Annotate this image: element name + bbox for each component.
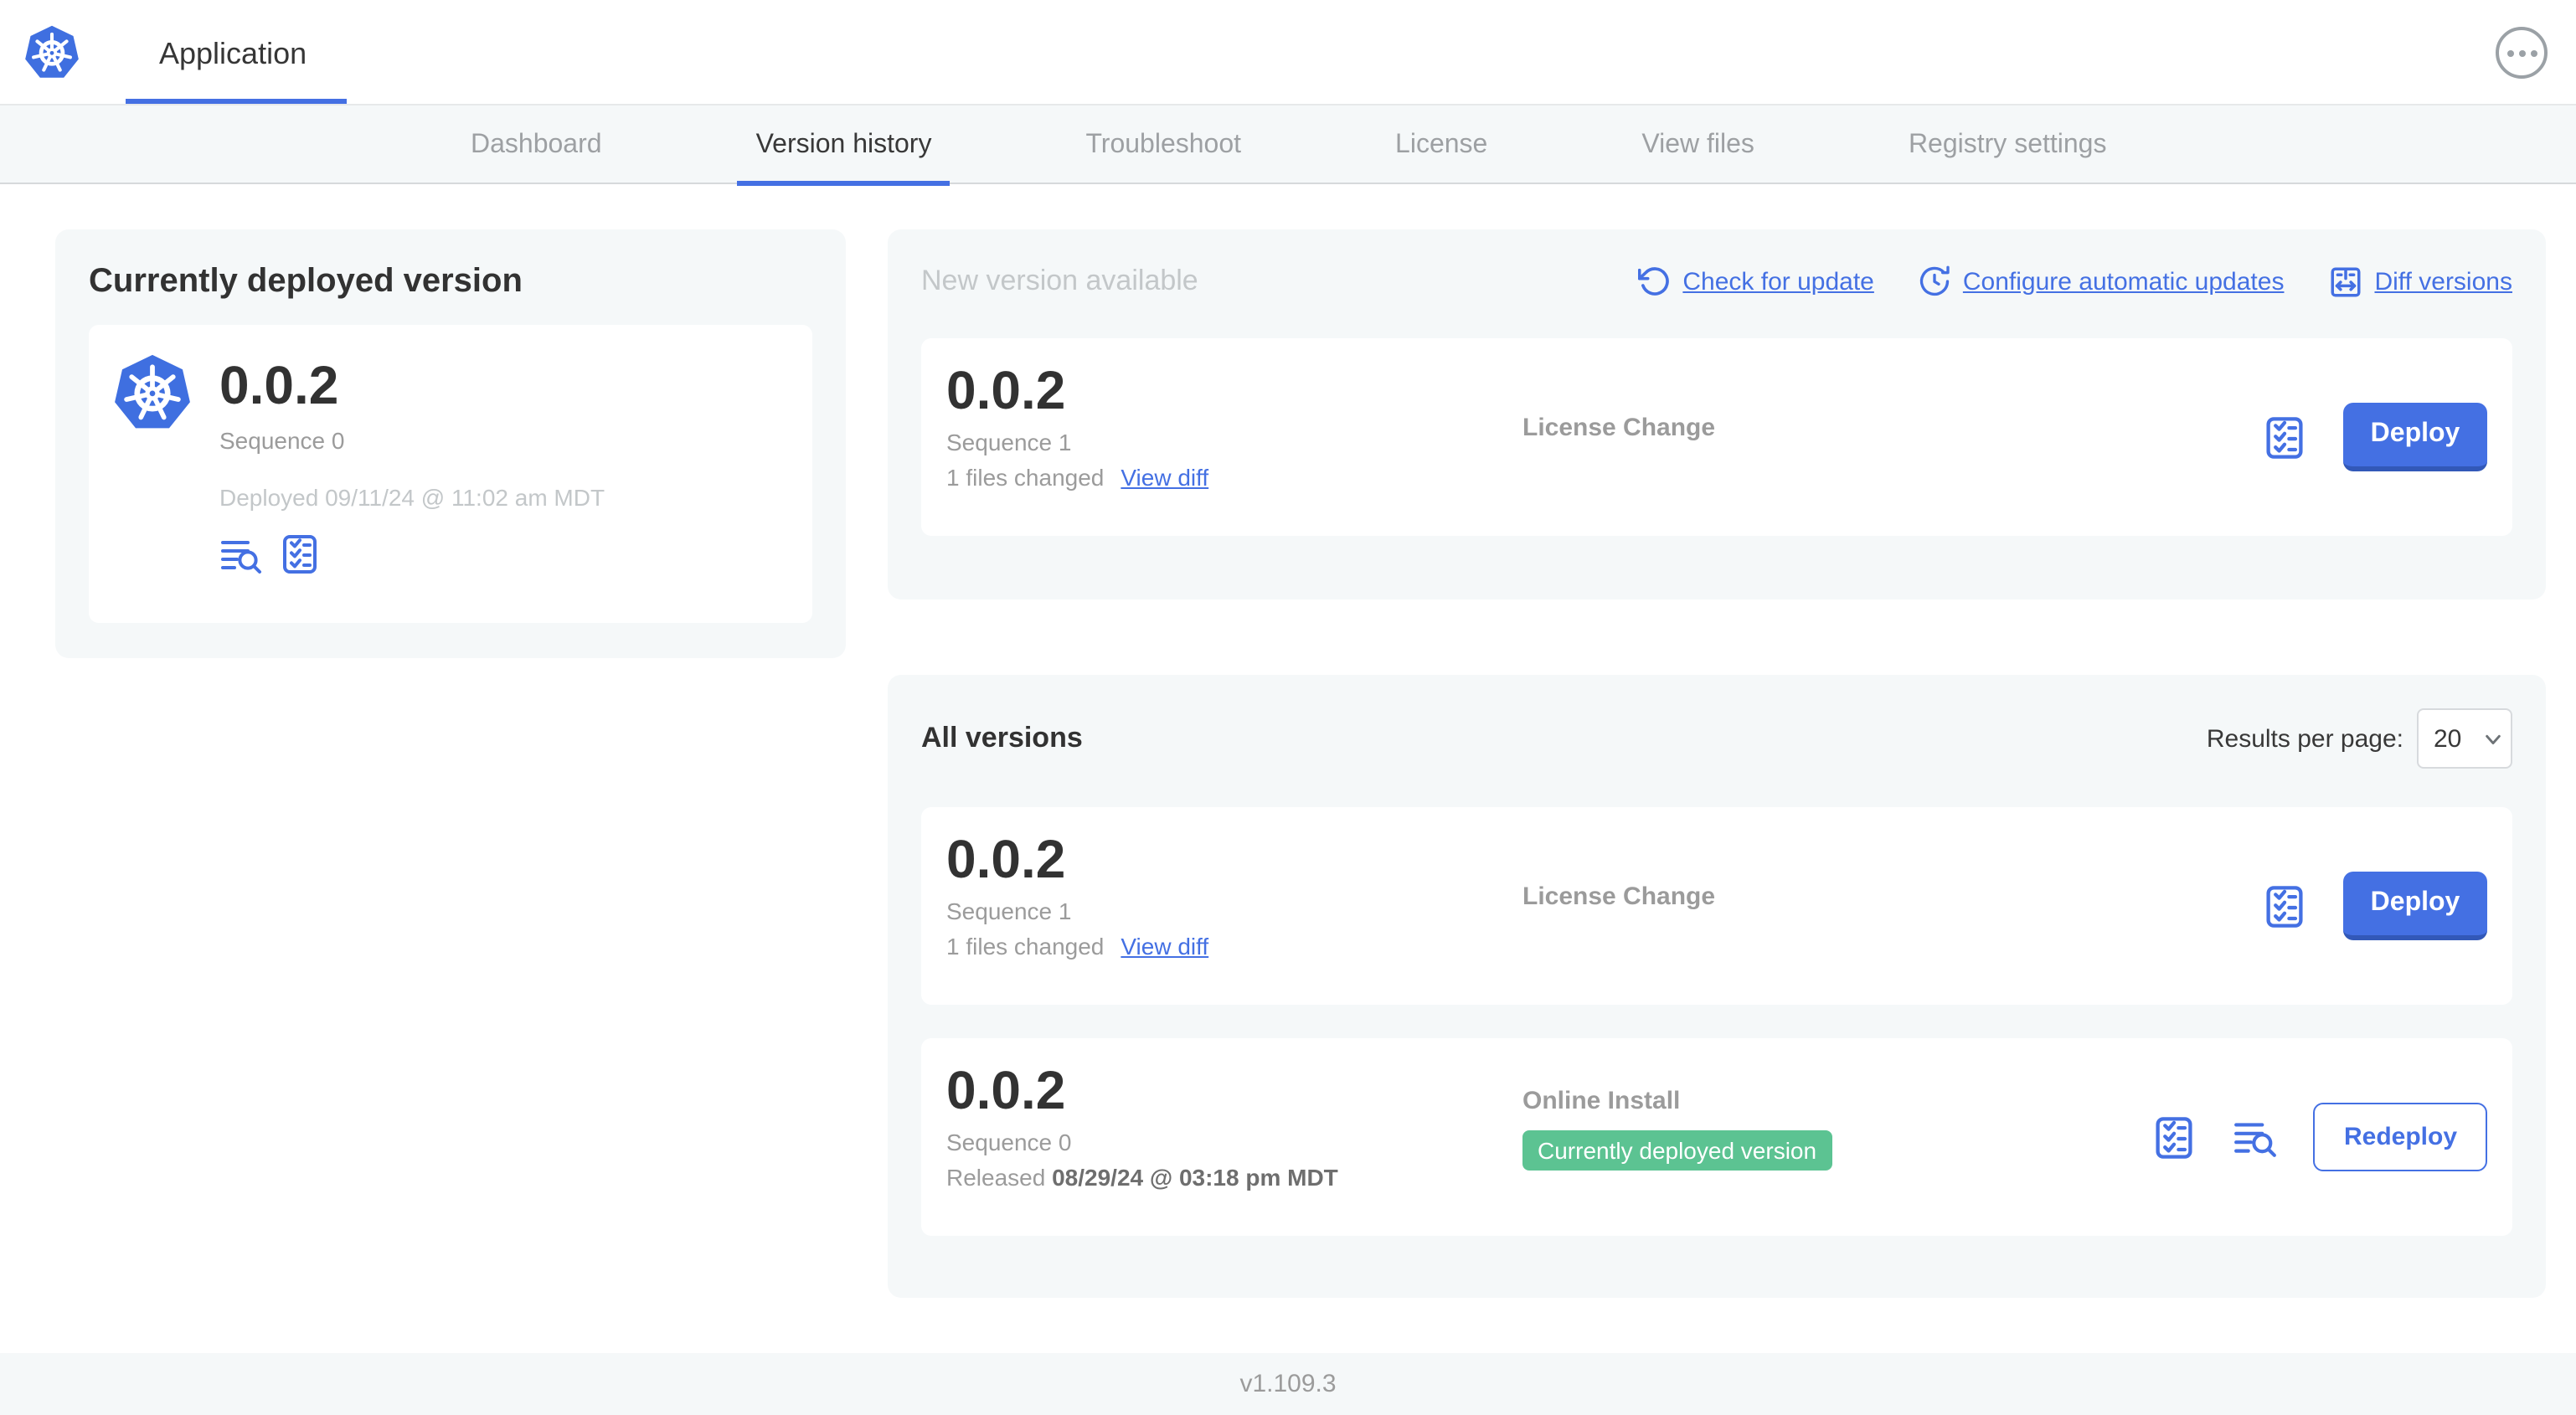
kubernetes-logo-icon	[112, 348, 193, 599]
app-header: Application	[0, 0, 2576, 105]
check-for-update-link[interactable]: Check for update	[1637, 265, 1874, 298]
deploy-button[interactable]: Deploy	[2343, 403, 2487, 471]
deployed-sequence: Sequence 0	[219, 427, 345, 454]
refresh-icon	[1637, 265, 1671, 298]
tab-registry-settings[interactable]: Registry settings	[1890, 105, 2125, 184]
logs-icon[interactable]	[219, 533, 263, 576]
version-source: License Change	[1522, 414, 1716, 442]
kubernetes-logo-icon	[23, 22, 80, 82]
all-versions-heading: All versions	[921, 722, 1083, 754]
diff-icon	[2327, 264, 2362, 299]
files-changed: 1 files changed	[946, 933, 1105, 960]
currently-deployed-heading: Currently deployed version	[89, 263, 523, 300]
view-diff-link[interactable]: View diff	[1121, 933, 1208, 960]
tab-dashboard[interactable]: Dashboard	[452, 105, 621, 184]
view-diff-link[interactable]: View diff	[1121, 464, 1208, 491]
nav-tab-bar: Dashboard Version history Troubleshoot L…	[0, 105, 2576, 186]
version-source: License Change	[1522, 882, 1716, 911]
version-number: 0.0.2	[946, 829, 1066, 889]
results-per-page-label: Results per page:	[2206, 724, 2403, 753]
version-number: 0.0.2	[946, 360, 1066, 420]
tab-license[interactable]: License	[1377, 105, 1506, 184]
console-version: v1.109.3	[1239, 1370, 1337, 1398]
currently-deployed-card: 0.0.2 Sequence 0 Deployed 09/11/24 @ 11:…	[89, 325, 812, 623]
tab-view-files[interactable]: View files	[1623, 105, 1773, 184]
version-row: 0.0.2 Sequence 1 1 files changed View di…	[921, 807, 2512, 1005]
logs-icon[interactable]	[2233, 1114, 2279, 1160]
configure-automatic-updates-link[interactable]: Configure automatic updates	[1918, 265, 2284, 298]
deployed-version-number: 0.0.2	[219, 355, 339, 415]
tab-version-history[interactable]: Version history	[737, 105, 951, 186]
deploy-button[interactable]: Deploy	[2343, 872, 2487, 940]
diff-versions-link[interactable]: Diff versions	[2327, 264, 2512, 299]
released-date: 08/29/24 @ 03:18 pm MDT	[1052, 1164, 1338, 1191]
version-sequence: Sequence 1	[946, 429, 1072, 455]
checklist-icon[interactable]	[278, 533, 322, 576]
redeploy-button[interactable]: Redeploy	[2313, 1103, 2487, 1171]
released-prefix: Released	[946, 1164, 1046, 1191]
currently-deployed-badge: Currently deployed version	[1522, 1130, 1832, 1171]
checklist-icon[interactable]	[2151, 1114, 2198, 1160]
app-tab-label[interactable]: Application	[159, 37, 307, 72]
new-version-card: 0.0.2 Sequence 1 1 files changed View di…	[921, 338, 2512, 536]
screen: Application Dashboard Version history Tr…	[0, 0, 2576, 1415]
tab-troubleshoot[interactable]: Troubleshoot	[1067, 105, 1260, 184]
files-changed: 1 files changed	[946, 464, 1105, 491]
all-versions-panel: All versions Results per page: 20 0.0.2 …	[888, 675, 2546, 1298]
checklist-icon[interactable]	[2261, 414, 2308, 461]
version-sequence: Sequence 0	[946, 1129, 1072, 1155]
version-source: Online Install	[1522, 1087, 1681, 1115]
version-row: 0.0.2 Sequence 0 Released 08/29/24 @ 03:…	[921, 1038, 2512, 1236]
version-sequence: Sequence 1	[946, 898, 1072, 924]
clock-refresh-icon	[1918, 265, 1951, 298]
results-per-page-select[interactable]: 20	[2417, 708, 2512, 769]
new-version-heading: New version available	[921, 265, 1198, 296]
currently-deployed-panel: Currently deployed version 0.0.2 Sequenc…	[55, 229, 846, 658]
app-menu-ellipsis-button[interactable]	[2496, 27, 2548, 79]
app-tab-active-underline	[126, 99, 347, 104]
checklist-icon[interactable]	[2261, 882, 2308, 929]
version-number: 0.0.2	[946, 1060, 1066, 1120]
new-version-panel: New version available Check for update C…	[888, 229, 2546, 599]
deployed-timestamp: Deployed 09/11/24 @ 11:02 am MDT	[219, 484, 605, 511]
footer: v1.109.3	[0, 1353, 2576, 1415]
